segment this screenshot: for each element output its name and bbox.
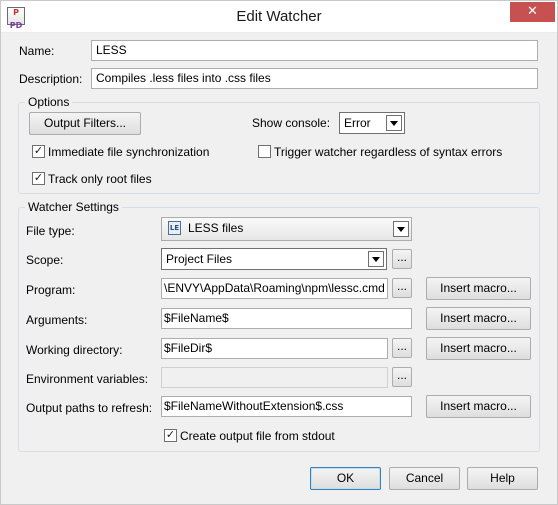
program-input[interactable]: \ENVY\AppData\Roaming\npm\lessc.cmd [161, 278, 388, 299]
description-label: Description: [19, 72, 83, 86]
ok-button[interactable]: OK [310, 467, 381, 490]
file-type-label: File type: [26, 224, 75, 238]
chevron-down-icon[interactable] [386, 115, 402, 131]
environment-variables-browse-button[interactable]: ... [392, 367, 412, 387]
chevron-down-icon[interactable] [368, 251, 384, 267]
options-group-title: Options [25, 95, 73, 109]
title-bar[interactable]: P PD Edit Watcher ✕ [1, 1, 557, 33]
help-button[interactable]: Help [467, 467, 538, 490]
scope-browse-button[interactable]: ... [392, 249, 412, 269]
trigger-regardless-checkbox[interactable] [258, 145, 271, 158]
edit-watcher-dialog: P PD Edit Watcher ✕ Name: LESS Descripti… [0, 0, 558, 505]
program-insert-macro-button[interactable]: Insert macro... [426, 277, 531, 300]
name-label-text: Name: [19, 44, 55, 58]
window-title: Edit Watcher [236, 8, 322, 25]
checkmark-icon: ✓ [33, 144, 44, 157]
output-filters-button[interactable]: Output Filters... [29, 112, 141, 135]
environment-variables-label: Environment variables: [26, 372, 149, 386]
less-file-icon: LE [168, 221, 181, 235]
working-directory-insert-macro-button[interactable]: Insert macro... [426, 337, 531, 360]
file-type-select[interactable]: LE LESS files [161, 217, 412, 241]
output-paths-insert-macro-button[interactable]: Insert macro... [426, 395, 531, 418]
file-type-value: LESS files [188, 221, 244, 235]
create-output-label: Create output file from stdout [180, 429, 335, 443]
working-directory-browse-button[interactable]: ... [392, 338, 412, 358]
watcher-settings-title: Watcher Settings [25, 200, 122, 214]
immediate-sync-checkbox[interactable]: ✓ [32, 144, 45, 158]
name-label: Name: [19, 44, 54, 58]
arguments-insert-macro-button[interactable]: Insert macro... [426, 307, 531, 330]
output-paths-label: Output paths to refresh: [26, 401, 153, 415]
scope-label: Scope: [26, 253, 64, 267]
output-paths-input[interactable]: $FileNameWithoutExtension$.css [161, 396, 412, 417]
show-console-select[interactable]: Error [339, 112, 405, 134]
show-console-label: Show console: [252, 116, 331, 130]
chevron-down-icon[interactable] [393, 221, 409, 237]
working-directory-input[interactable]: $FileDir$ [161, 338, 388, 359]
cancel-button[interactable]: Cancel [389, 467, 460, 490]
track-root-label: Track only root files [48, 172, 152, 186]
immediate-sync-label: Immediate file synchronization [48, 145, 210, 159]
scope-value: Project Files [166, 252, 233, 266]
checkmark-icon: ✓ [33, 171, 44, 184]
environment-variables-input[interactable] [161, 367, 388, 388]
name-input[interactable]: LESS [91, 40, 538, 61]
description-input[interactable]: Compiles .less files into .css files [91, 68, 538, 89]
trigger-regardless-label: Trigger watcher regardless of syntax err… [274, 145, 503, 159]
checkmark-icon: ✓ [165, 428, 176, 441]
close-button[interactable]: ✕ [510, 2, 555, 22]
arguments-label: Arguments: [26, 313, 88, 327]
arguments-input[interactable]: $FileName$ [161, 308, 412, 329]
show-console-value: Error [344, 116, 371, 130]
create-output-checkbox[interactable]: ✓ [164, 428, 177, 442]
program-label: Program: [26, 283, 76, 297]
working-directory-label: Working directory: [26, 343, 123, 357]
program-browse-button[interactable]: ... [392, 278, 412, 298]
track-root-checkbox[interactable]: ✓ [32, 171, 45, 185]
scope-select[interactable]: Project Files [161, 248, 387, 270]
close-icon: ✕ [527, 4, 538, 19]
